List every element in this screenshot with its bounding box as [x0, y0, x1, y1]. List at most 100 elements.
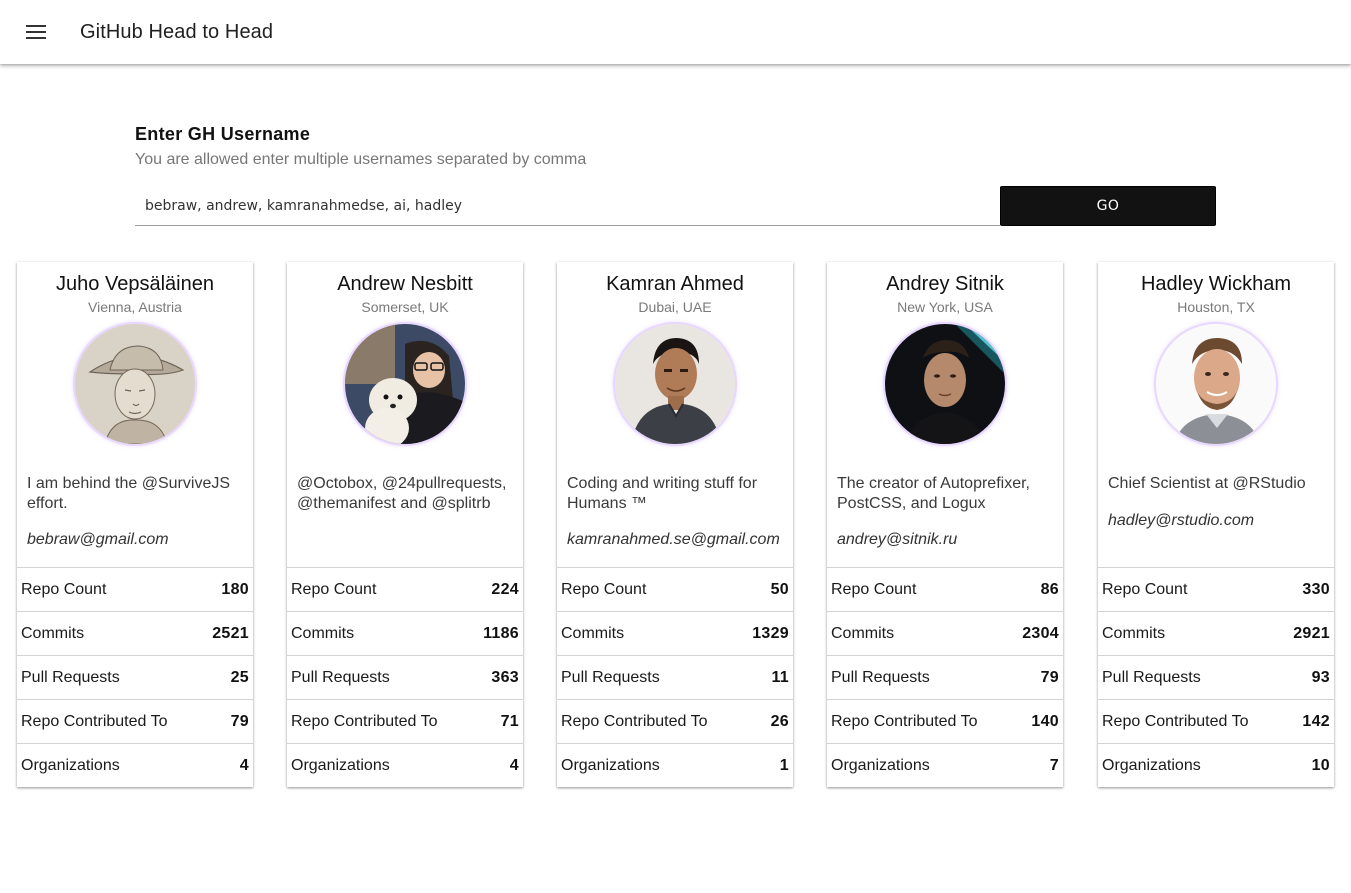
stat-label: Pull Requests — [561, 668, 660, 686]
stat-label: Organizations — [21, 756, 120, 774]
stat-organizations: Organizations 7 — [827, 743, 1063, 787]
stat-value: 4 — [239, 756, 249, 774]
stat-value: 86 — [1040, 580, 1059, 598]
stat-organizations: Organizations 4 — [17, 743, 253, 787]
user-card: Juho Vepsäläinen Vienna, Austria I am be… — [17, 262, 253, 787]
stat-repo-contributed-to: Repo Contributed To 79 — [17, 699, 253, 743]
stat-organizations: Organizations 4 — [287, 743, 523, 787]
stat-value: 2304 — [1022, 624, 1059, 642]
stat-commits: Commits 1186 — [287, 611, 523, 655]
user-email[interactable]: hadley@rstudio.com — [1108, 512, 1330, 530]
stat-value: 2521 — [212, 624, 249, 642]
user-bio: @Octobox, @24pullrequests, @themanifest … — [297, 475, 507, 512]
user-name: Andrew Nesbitt — [337, 273, 473, 295]
stat-label: Commits — [831, 624, 895, 642]
stat-value: 11 — [771, 668, 789, 686]
user-card: Andrey Sitnik New York, USA The creator … — [827, 262, 1063, 787]
stat-commits: Commits 2521 — [17, 611, 253, 655]
stat-value: 71 — [500, 712, 519, 730]
stat-value: 93 — [1311, 668, 1330, 686]
stat-value: 363 — [491, 668, 519, 686]
user-bio: Chief Scientist at @RStudio — [1108, 475, 1306, 492]
stat-commits: Commits 2304 — [827, 611, 1063, 655]
go-button[interactable]: GO — [1000, 186, 1216, 226]
user-location: Somerset, UK — [361, 299, 449, 315]
user-name: Juho Vepsäläinen — [56, 273, 214, 295]
app-bar: GitHub Head to Head — [0, 0, 1351, 64]
stat-commits: Commits 2921 — [1098, 611, 1334, 655]
stat-value: 330 — [1302, 580, 1330, 598]
stat-repo-contributed-to: Repo Contributed To 71 — [287, 699, 523, 743]
user-email[interactable]: bebraw@gmail.com — [27, 531, 249, 549]
username-input[interactable] — [135, 186, 1000, 226]
user-email[interactable]: andrey@sitnik.ru — [837, 531, 1059, 549]
stat-value: 7 — [1049, 756, 1059, 774]
stat-label: Repo Count — [21, 580, 107, 598]
stat-label: Organizations — [561, 756, 660, 774]
stat-value: 180 — [221, 580, 249, 598]
stat-value: 79 — [230, 712, 249, 730]
stat-value: 140 — [1031, 712, 1059, 730]
stat-pull-requests: Pull Requests 11 — [557, 655, 793, 699]
stat-label: Commits — [1102, 624, 1166, 642]
stat-repo-count: Repo Count 86 — [827, 567, 1063, 611]
user-card: Andrew Nesbitt Somerset, UK @Octobox, @2… — [287, 262, 523, 787]
user-email[interactable]: kamranahmed.se@gmail.com — [567, 531, 789, 549]
stat-label: Commits — [561, 624, 625, 642]
user-location: Vienna, Austria — [88, 299, 182, 315]
user-bio: I am behind the @SurviveJS effort. — [27, 475, 231, 512]
stat-value: 142 — [1302, 712, 1330, 730]
stat-repo-count: Repo Count 224 — [287, 567, 523, 611]
stat-repo-count: Repo Count 50 — [557, 567, 793, 611]
user-bio: Coding and writing stuff for Humans ™ — [567, 475, 758, 512]
user-bio: The creator of Autoprefixer, PostCSS, an… — [837, 475, 1030, 512]
search-subtitle: You are allowed enter multiple usernames… — [135, 151, 587, 168]
user-avatar — [75, 324, 195, 444]
hamburger-menu-icon[interactable] — [16, 12, 56, 52]
stat-value: 26 — [770, 712, 789, 730]
stat-repo-count: Repo Count 180 — [17, 567, 253, 611]
user-stats: Repo Count 86 Commits 2304 Pull Requests 79… — [827, 567, 1063, 787]
stat-label: Repo Count — [1102, 580, 1188, 598]
stat-label: Pull Requests — [1102, 668, 1201, 686]
stat-value: 2921 — [1293, 624, 1330, 642]
user-avatar — [345, 324, 465, 444]
stat-label: Repo Contributed To — [831, 712, 978, 730]
stat-label: Repo Contributed To — [561, 712, 708, 730]
stat-label: Pull Requests — [21, 668, 120, 686]
stat-repo-count: Repo Count 330 — [1098, 567, 1334, 611]
app-title: GitHub Head to Head — [80, 20, 274, 43]
stat-organizations: Organizations 1 — [557, 743, 793, 787]
stat-value: 1186 — [483, 624, 519, 642]
stat-label: Commits — [291, 624, 355, 642]
user-stats: Repo Count 180 Commits 2521 Pull Requests 2… — [17, 567, 253, 787]
stat-value: 224 — [491, 580, 519, 598]
stat-label: Pull Requests — [291, 668, 390, 686]
stat-value: 10 — [1311, 756, 1330, 774]
stat-pull-requests: Pull Requests 79 — [827, 655, 1063, 699]
stat-label: Repo Contributed To — [21, 712, 168, 730]
stat-value: 1329 — [752, 624, 789, 642]
user-stats: Repo Count 224 Commits 1186 Pull Requests 3… — [287, 567, 523, 787]
user-card: Hadley Wickham Houston, TX Chief Scienti… — [1098, 262, 1334, 787]
stat-repo-contributed-to: Repo Contributed To 26 — [557, 699, 793, 743]
stat-label: Repo Count — [831, 580, 917, 598]
user-name: Hadley Wickham — [1140, 273, 1292, 295]
user-stats: Repo Count 50 Commits 1329 Pull Requests 11… — [557, 567, 793, 787]
stat-value: 50 — [770, 580, 789, 598]
user-card: Kamran Ahmed Dubai, UAE Coding and writi… — [557, 262, 793, 787]
stat-label: Repo Contributed To — [291, 712, 438, 730]
stat-pull-requests: Pull Requests 93 — [1098, 655, 1334, 699]
stat-pull-requests: Pull Requests 363 — [287, 655, 523, 699]
user-avatar — [1156, 324, 1276, 444]
search-row: GO — [135, 186, 1216, 226]
stat-repo-contributed-to: Repo Contributed To 142 — [1098, 699, 1334, 743]
user-avatar — [885, 324, 1005, 444]
user-location: New York, USA — [897, 299, 993, 315]
user-location: Houston, TX — [1177, 299, 1255, 315]
stat-value: 4 — [509, 756, 519, 774]
stat-label: Pull Requests — [831, 668, 930, 686]
stat-value: 25 — [230, 668, 249, 686]
search-heading: Enter GH Username — [135, 124, 311, 144]
user-stats: Repo Count 330 Commits 2921 Pull Requests 9… — [1098, 567, 1334, 787]
